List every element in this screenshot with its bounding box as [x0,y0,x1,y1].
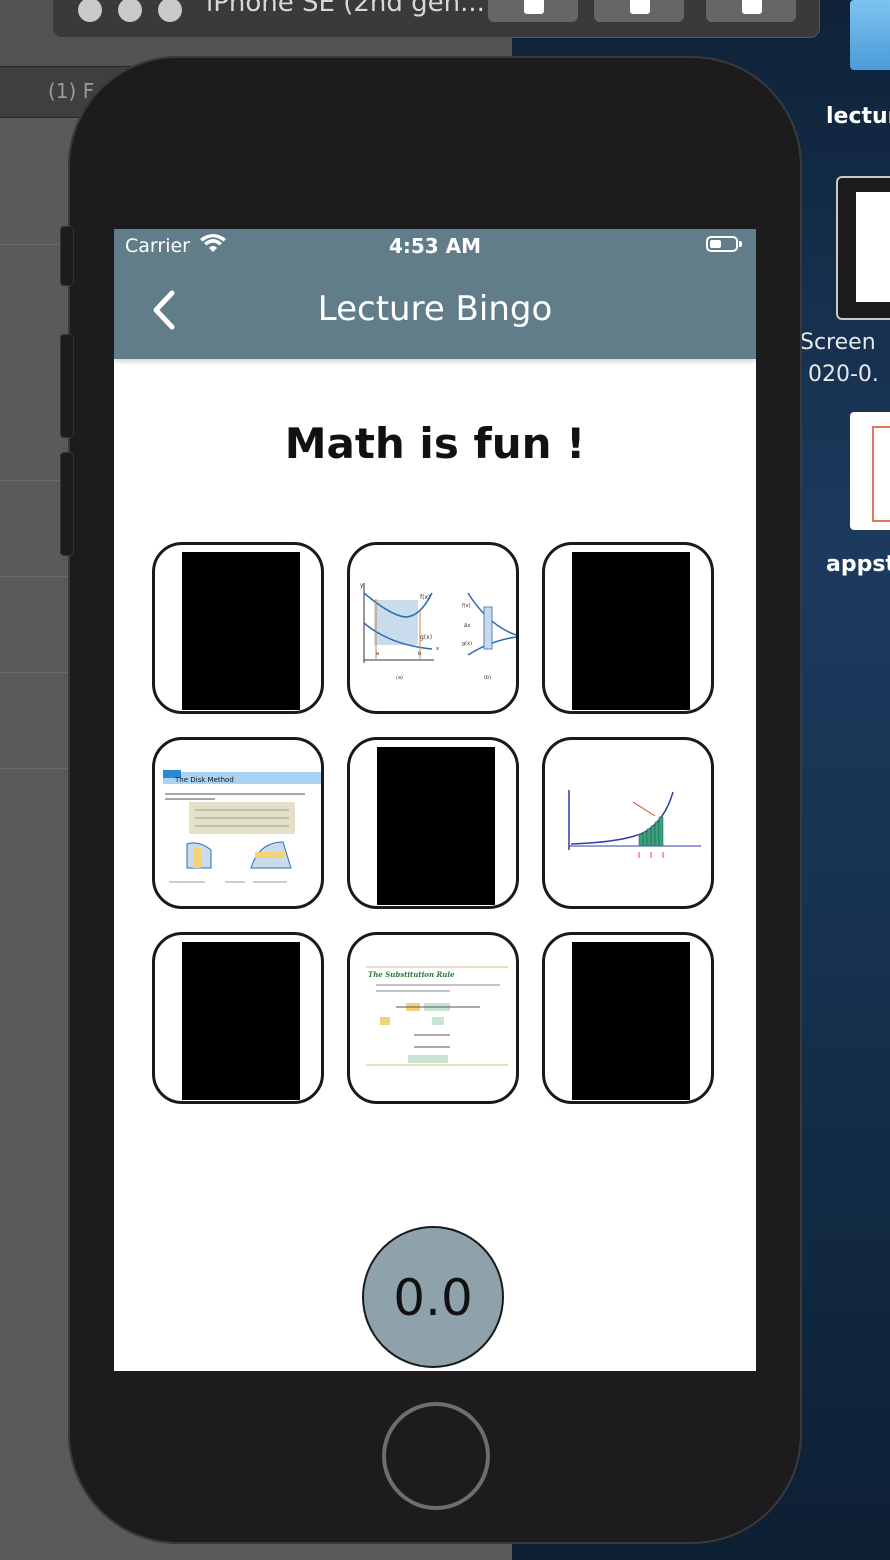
bingo-tile[interactable]: y f(x) g(x) a b x (a) (b) f(x) Δx g(x) [347,542,519,714]
volume-down-button [60,452,74,556]
silent-switch [60,226,74,286]
figure-label: f(x) [420,594,430,601]
bingo-tile[interactable]: The Substitution Rule [347,932,519,1104]
bingo-grid: y f(x) g(x) a b x (a) (b) f(x) Δx g(x) T… [152,542,720,1110]
disk-method-image: The Disk Method [163,770,321,883]
desktop-item-label: 020-0. [808,362,879,387]
navigation-bar: Lecture Bingo [114,265,756,359]
riemann-sum-image [568,790,701,858]
clock: 4:53 AM [388,234,482,258]
score-counter[interactable]: 0.0 [362,1226,504,1368]
figure-label: Δx [464,623,470,629]
desktop-item-label: lectur [826,104,890,129]
desktop-item-label: Screen [800,330,876,355]
folder-icon[interactable] [850,0,890,70]
status-bar: Carrier 4:53 AM [114,229,756,265]
nav-title: Lecture Bingo [317,289,553,329]
simulator-title: iPhone SE (2nd gen... [206,0,485,18]
figure-label: (b) [484,675,491,681]
bingo-tile[interactable] [542,932,714,1104]
figure-label: g(x) [420,634,432,641]
figure-label: g(x) [462,641,472,647]
bingo-tile[interactable] [542,542,714,714]
figure-label: a [376,651,379,657]
page-title: Math is fun ! [284,419,586,468]
desktop-item-label: appst [826,552,890,577]
home-button[interactable] [382,1402,490,1510]
figure-label: (a) [396,675,403,681]
area-between-curves-image: y f(x) g(x) a b x (a) (b) f(x) Δx g(x) [360,582,516,681]
rotate-icon [742,0,762,14]
home-icon [630,0,650,14]
substitution-rule-image: The Substitution Rule [366,966,508,1066]
figure-label: x [436,646,439,652]
bingo-tile[interactable] [152,932,324,1104]
hidden-card [572,942,690,1100]
hidden-card [377,747,495,905]
bingo-tile[interactable] [152,542,324,714]
home-toolbar-button[interactable] [594,0,684,22]
hidden-card [572,552,690,710]
figure-label: f(x) [462,603,471,609]
bingo-tile[interactable] [542,737,714,909]
camera-icon [524,0,544,14]
slide-title: The Disk Method [174,776,234,784]
figure-label: y [360,582,364,589]
rotate-button[interactable] [706,0,796,22]
volume-up-button [60,334,74,438]
hidden-card [182,942,300,1100]
screenshot-file-icon[interactable] [836,176,890,320]
screenshot-button[interactable] [488,0,578,22]
app-file-icon[interactable] [850,412,890,530]
hidden-card [182,552,300,710]
bingo-tile[interactable]: The Disk Method [152,737,324,909]
bingo-tile[interactable] [347,737,519,909]
browser-tab-label: (1) F [48,79,95,103]
slide-title: The Substitution Rule [368,970,455,979]
battery-icon [706,236,742,252]
figure-label: b [418,651,421,657]
app-screen: Carrier 4:53 AM Lecture Bingo Math is fu… [114,229,756,1371]
